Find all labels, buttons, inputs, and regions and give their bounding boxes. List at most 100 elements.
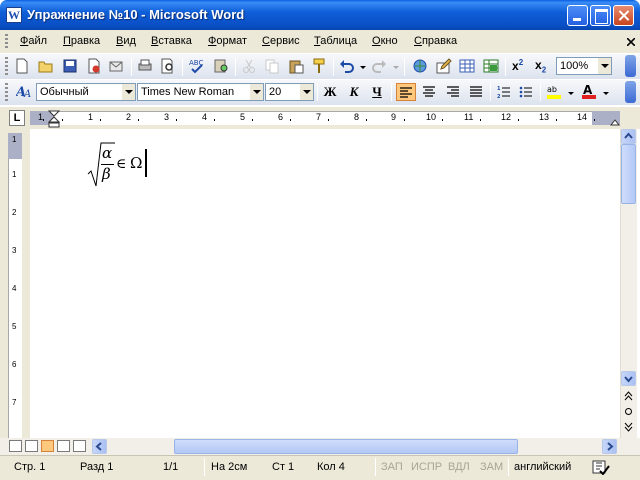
menu-window[interactable]: Окно	[372, 35, 398, 47]
menu-grip[interactable]	[5, 34, 8, 48]
justify-button[interactable]	[466, 83, 486, 101]
reading-layout-button[interactable]	[73, 440, 86, 452]
scroll-down-button[interactable]	[621, 371, 636, 386]
font-size-select[interactable]: 20	[265, 83, 314, 101]
styles-pane-icon[interactable]: AA	[16, 83, 32, 99]
menu-view[interactable]: Вид	[116, 35, 136, 47]
word-app-icon[interactable]	[6, 7, 22, 23]
status-record[interactable]: ЗАП	[381, 461, 403, 473]
maximize-button[interactable]	[590, 5, 611, 26]
menu-format[interactable]: Формат	[208, 35, 247, 47]
text-cursor	[145, 149, 147, 177]
align-left-button[interactable]	[396, 83, 416, 101]
subscript-icon[interactable]: x2	[535, 58, 546, 74]
right-indent-marker-icon[interactable]	[610, 118, 620, 126]
highlight-icon[interactable]: ab	[546, 83, 562, 99]
toolbar-grip[interactable]	[5, 57, 8, 75]
select-browse-object-icon[interactable]	[624, 407, 633, 416]
print-icon[interactable]	[137, 58, 153, 74]
svg-text:2: 2	[497, 94, 501, 99]
previous-page-icon[interactable]	[624, 391, 633, 401]
vertical-scroll-thumb[interactable]	[621, 144, 636, 204]
tab-selector[interactable]: L	[9, 110, 25, 126]
style-select[interactable]: Обычный	[36, 83, 136, 101]
zoom-select[interactable]: 100%	[556, 57, 612, 75]
underline-button[interactable]: Ч	[367, 83, 387, 101]
toolbar-options-button[interactable]	[625, 55, 636, 77]
undo-dropdown-icon[interactable]	[360, 66, 366, 69]
menu-edit[interactable]: Правка	[63, 35, 100, 47]
bullets-button[interactable]	[516, 83, 536, 101]
align-center-button[interactable]	[419, 83, 439, 101]
justify-icon	[470, 86, 482, 97]
status-track-changes[interactable]: ИСПР	[411, 461, 442, 473]
insert-table-icon[interactable]	[459, 58, 475, 74]
formula-object[interactable]: α β ∈ Ω	[86, 140, 146, 188]
open-icon[interactable]	[38, 58, 54, 74]
print-layout-button[interactable]	[41, 440, 54, 452]
spelling-icon[interactable]: ABC	[189, 58, 205, 74]
menu-table[interactable]: Таблица	[314, 35, 357, 47]
undo-icon[interactable]	[339, 58, 355, 74]
scroll-up-button[interactable]	[621, 129, 636, 144]
formula-set: Ω	[130, 154, 143, 172]
paste-icon[interactable]	[288, 58, 304, 74]
italic-button[interactable]: К	[344, 83, 364, 101]
horizontal-scroll-thumb[interactable]	[174, 439, 518, 454]
menu-insert[interactable]: Вставка	[151, 35, 192, 47]
chevron-down-icon[interactable]	[122, 84, 135, 100]
status-extend[interactable]: ВДЛ	[448, 461, 470, 473]
new-icon[interactable]	[14, 58, 30, 74]
format-painter-icon[interactable]	[311, 58, 327, 74]
toolbar-separator	[540, 83, 541, 101]
chevron-down-icon[interactable]	[250, 84, 263, 100]
insert-excel-icon[interactable]	[483, 58, 499, 74]
chevron-down-icon[interactable]	[300, 84, 313, 100]
close-button[interactable]	[613, 5, 634, 26]
cut-icon[interactable]	[241, 58, 257, 74]
print-preview-icon[interactable]	[160, 58, 176, 74]
menu-help[interactable]: Справка	[414, 35, 457, 47]
bold-button[interactable]: Ж	[320, 83, 340, 101]
toolbar-grip[interactable]	[5, 83, 8, 101]
permission-icon[interactable]	[86, 58, 102, 74]
web-layout-button[interactable]	[25, 440, 38, 452]
normal-view-button[interactable]	[9, 440, 22, 452]
redo-icon[interactable]	[371, 58, 387, 74]
copy-icon[interactable]	[264, 58, 280, 74]
tables-borders-icon[interactable]	[436, 58, 452, 74]
menu-tools[interactable]: Сервис	[262, 35, 300, 47]
scroll-right-button[interactable]	[602, 439, 617, 454]
font-value: Times New Roman	[141, 86, 235, 98]
next-page-icon[interactable]	[624, 422, 633, 432]
numbering-button[interactable]: 12	[494, 83, 514, 101]
status-overtype[interactable]: ЗАМ	[480, 461, 503, 473]
superscript-icon[interactable]: x2	[512, 58, 523, 73]
hyperlink-icon[interactable]	[412, 58, 428, 74]
align-right-button[interactable]	[443, 83, 463, 101]
status-language[interactable]: английский	[514, 461, 571, 473]
close-document-icon[interactable]	[626, 37, 636, 47]
save-icon[interactable]	[62, 58, 78, 74]
email-icon[interactable]	[108, 58, 124, 74]
scroll-left-button[interactable]	[92, 439, 107, 454]
outline-view-button[interactable]	[57, 440, 70, 452]
font-size-value: 20	[269, 86, 282, 98]
ruler-ticks	[43, 119, 595, 121]
redo-dropdown-icon[interactable]	[393, 66, 399, 69]
menu-file[interactable]: Файл	[20, 35, 47, 47]
font-color-dropdown-icon[interactable]	[603, 92, 609, 95]
numbered-list-icon: 12	[497, 86, 510, 100]
browse-buttons	[621, 388, 636, 436]
font-select[interactable]: Times New Roman	[137, 83, 264, 101]
menu-bar-end	[622, 30, 640, 53]
minimize-button[interactable]	[567, 5, 588, 26]
status-line: Ст 1	[272, 461, 295, 473]
research-icon[interactable]	[213, 58, 229, 74]
vruler-number: 2	[12, 208, 17, 217]
toolbar-options-button[interactable]	[625, 81, 636, 103]
highlight-dropdown-icon[interactable]	[568, 92, 574, 95]
chevron-down-icon[interactable]	[598, 58, 611, 74]
spelling-status-icon[interactable]	[591, 459, 611, 475]
font-color-icon[interactable]: A	[581, 83, 597, 99]
